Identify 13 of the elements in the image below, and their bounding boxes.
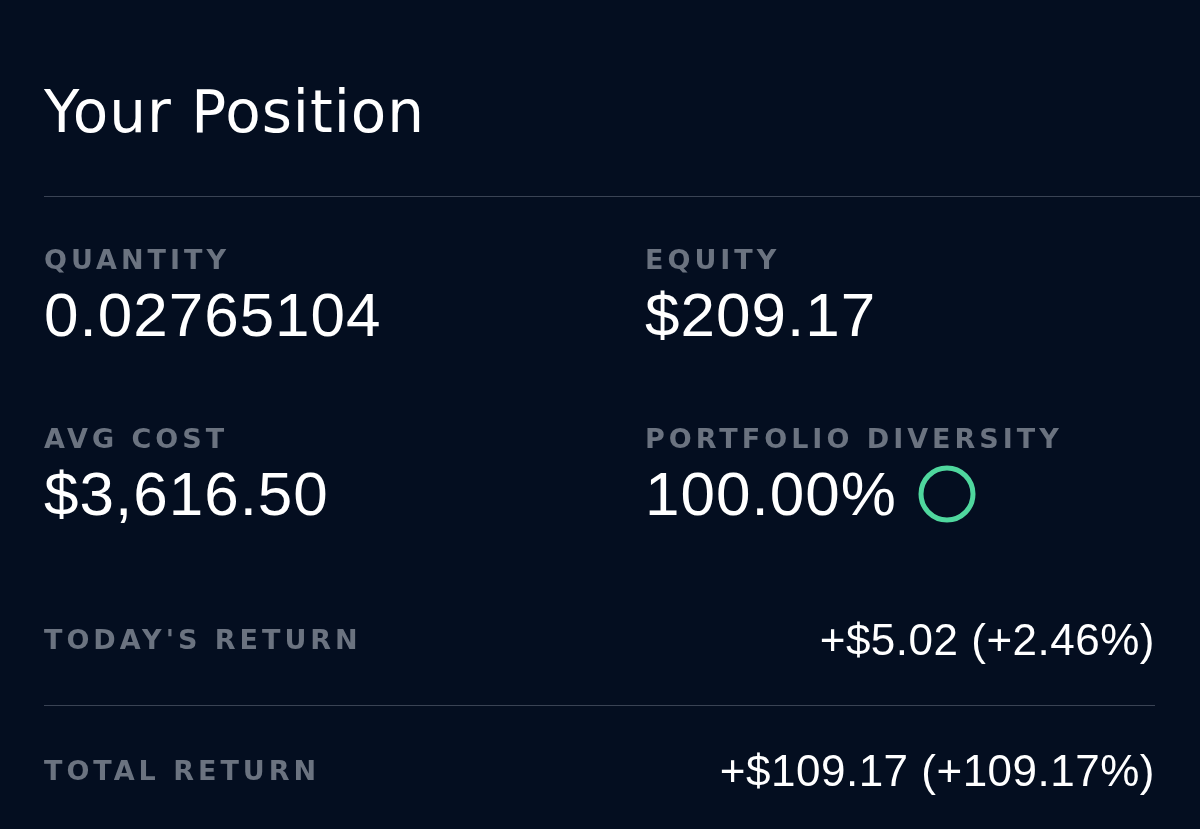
- stat-label: EQUITY: [645, 243, 782, 277]
- stat-value: $209.17: [645, 281, 877, 349]
- return-value: +$109.17 (+109.17%): [719, 746, 1155, 796]
- stat-value: 0.02765104: [44, 281, 382, 349]
- page-title: Your Position: [44, 77, 427, 148]
- return-label: TODAY'S RETURN: [44, 623, 362, 657]
- return-value: +$5.02 (+2.46%): [819, 615, 1155, 665]
- stat-value: $3,616.50: [44, 460, 329, 528]
- return-label: TOTAL RETURN: [44, 754, 321, 788]
- stat-label: PORTFOLIO DIVERSITY: [645, 422, 1064, 456]
- stat-label: AVG COST: [44, 422, 230, 456]
- stat-label: QUANTITY: [44, 243, 231, 277]
- stat-value: 100.00%: [645, 460, 897, 528]
